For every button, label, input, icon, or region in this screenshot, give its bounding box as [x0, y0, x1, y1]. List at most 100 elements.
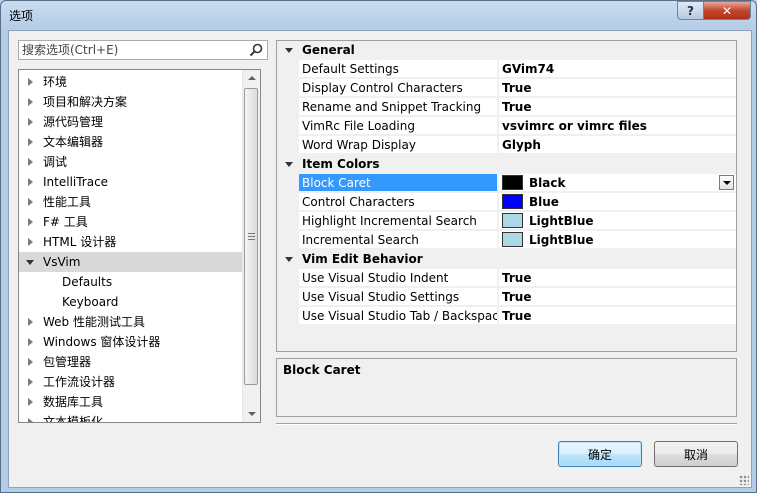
property-value-cell[interactable]: LightBlue	[499, 231, 736, 249]
property-name[interactable]: Use Visual Studio Indent	[299, 269, 497, 287]
tree-item[interactable]: Defaults	[19, 272, 242, 292]
search-icon[interactable]	[249, 43, 263, 57]
category-label: Item Colors	[302, 157, 380, 171]
close-button[interactable]: ✕	[703, 1, 751, 20]
category-header[interactable]: General	[277, 41, 736, 60]
property-row[interactable]: VimRc File Loading vsvimrc or vimrc files	[277, 117, 736, 136]
property-value: True	[502, 81, 532, 95]
property-value-cell[interactable]: True	[499, 98, 736, 116]
property-row[interactable]: Use Visual Studio Indent True	[277, 269, 736, 288]
category-header[interactable]: Vim Edit Behavior	[277, 250, 736, 269]
property-value-cell[interactable]: Black	[499, 174, 736, 192]
collapsed-arrow-icon[interactable]	[28, 178, 33, 186]
property-name[interactable]: Highlight Incremental Search	[299, 212, 497, 230]
property-value-cell[interactable]: LightBlue	[499, 212, 736, 230]
help-button[interactable]: ?	[677, 1, 704, 20]
tree-item[interactable]: HTML 设计器	[19, 232, 242, 252]
expanded-arrow-icon[interactable]	[285, 257, 293, 262]
property-name[interactable]: Word Wrap Display	[299, 136, 497, 154]
collapsed-arrow-icon[interactable]	[28, 378, 33, 386]
property-row[interactable]: Block Caret Black	[277, 174, 736, 193]
collapsed-arrow-icon[interactable]	[28, 78, 33, 86]
property-value-cell[interactable]: True	[499, 307, 736, 325]
property-value-cell[interactable]: Glyph	[499, 136, 736, 154]
tree-item[interactable]: Keyboard	[19, 292, 242, 312]
property-name[interactable]: Control Characters	[299, 193, 497, 211]
tree-item[interactable]: 环境	[19, 72, 242, 92]
title-bar[interactable]: 选项 ? ✕	[1, 1, 756, 29]
scroll-thumb[interactable]	[244, 88, 258, 385]
collapsed-arrow-icon[interactable]	[28, 218, 33, 226]
property-grid[interactable]: General Default Settings GVim74 Display Con…	[276, 40, 737, 352]
tree-item[interactable]: 调试	[19, 152, 242, 172]
tree-item[interactable]: 文本模板化	[19, 412, 242, 422]
resize-grip[interactable]	[739, 475, 749, 485]
property-value-cell[interactable]: GVim74	[499, 60, 736, 78]
ok-button[interactable]: 确定	[558, 441, 642, 467]
property-row[interactable]: Rename and Snippet Tracking True	[277, 98, 736, 117]
property-row[interactable]: Incremental Search LightBlue	[277, 231, 736, 250]
collapsed-arrow-icon[interactable]	[28, 198, 33, 206]
tree-item[interactable]: IntelliTrace	[19, 172, 242, 192]
property-name[interactable]: Display Control Characters	[299, 79, 497, 97]
collapsed-arrow-icon[interactable]	[28, 358, 33, 366]
collapsed-arrow-icon[interactable]	[28, 398, 33, 406]
property-name[interactable]: Incremental Search	[299, 231, 497, 249]
tree-item[interactable]: Windows 窗体设计器	[19, 332, 242, 352]
collapsed-arrow-icon[interactable]	[28, 98, 33, 106]
scroll-up-button[interactable]	[243, 70, 260, 87]
category-header[interactable]: Item Colors	[277, 155, 736, 174]
property-value: LightBlue	[529, 214, 594, 228]
tree-item[interactable]: VsVim	[19, 252, 242, 272]
expanded-arrow-icon[interactable]	[285, 48, 293, 53]
tree-item[interactable]: 包管理器	[19, 352, 242, 372]
property-name[interactable]: Use Visual Studio Tab / Backspace	[299, 307, 497, 325]
search-box[interactable]	[18, 40, 268, 60]
tree-item[interactable]: Web 性能测试工具	[19, 312, 242, 332]
tree-item[interactable]: 文本编辑器	[19, 132, 242, 152]
tree-item-label: 环境	[43, 75, 68, 89]
tree-item[interactable]: 数据库工具	[19, 392, 242, 412]
tree-item[interactable]: 性能工具	[19, 192, 242, 212]
options-tree[interactable]: 环境项目和解决方案源代码管理 文本编辑器 调试 IntelliTrace 性能工具 F# …	[18, 69, 261, 423]
property-row[interactable]: Default Settings GVim74	[277, 60, 736, 79]
scroll-down-button[interactable]	[243, 405, 260, 422]
search-input[interactable]	[22, 42, 237, 58]
expanded-arrow-icon[interactable]	[285, 162, 293, 167]
property-value-cell[interactable]: vsvimrc or vimrc files	[499, 117, 736, 135]
tree-item[interactable]: 源代码管理	[19, 112, 242, 132]
window-title: 选项	[9, 9, 34, 23]
property-value-cell[interactable]: Blue	[499, 193, 736, 211]
tree-item[interactable]: 工作流设计器	[19, 372, 242, 392]
property-value-cell[interactable]: True	[499, 269, 736, 287]
property-name[interactable]: Rename and Snippet Tracking	[299, 98, 497, 116]
property-value-cell[interactable]: True	[499, 288, 736, 306]
collapsed-arrow-icon[interactable]	[28, 118, 33, 126]
tree-item-label: Windows 窗体设计器	[43, 335, 161, 349]
property-name[interactable]: Default Settings	[299, 60, 497, 78]
collapsed-arrow-icon[interactable]	[28, 158, 33, 166]
property-row[interactable]: Highlight Incremental Search LightBlue	[277, 212, 736, 231]
dropdown-arrow-icon[interactable]	[719, 175, 734, 190]
collapsed-arrow-icon[interactable]	[28, 138, 33, 146]
property-row[interactable]: Display Control Characters True	[277, 79, 736, 98]
tree-item-label: HTML 设计器	[43, 235, 117, 249]
property-row[interactable]: Control Characters Blue	[277, 193, 736, 212]
collapsed-arrow-icon[interactable]	[28, 318, 33, 326]
expanded-arrow-icon[interactable]	[26, 260, 34, 265]
tree-item[interactable]: F# 工具	[19, 212, 242, 232]
collapsed-arrow-icon[interactable]	[28, 418, 33, 422]
property-name[interactable]: Use Visual Studio Settings	[299, 288, 497, 306]
property-row[interactable]: Use Visual Studio Settings True	[277, 288, 736, 307]
property-row[interactable]: Use Visual Studio Tab / Backspace True	[277, 307, 736, 326]
property-name[interactable]: Block Caret	[299, 174, 497, 192]
collapsed-arrow-icon[interactable]	[28, 238, 33, 246]
collapsed-arrow-icon[interactable]	[28, 338, 33, 346]
property-name[interactable]: VimRc File Loading	[299, 117, 497, 135]
tree-scrollbar[interactable]	[242, 70, 260, 422]
property-row[interactable]: Word Wrap Display Glyph	[277, 136, 736, 155]
tree-item[interactable]: 项目和解决方案	[19, 92, 242, 112]
tree-item-label: 项目和解决方案	[43, 95, 128, 109]
property-value-cell[interactable]: True	[499, 79, 736, 97]
cancel-button[interactable]: 取消	[654, 441, 738, 467]
